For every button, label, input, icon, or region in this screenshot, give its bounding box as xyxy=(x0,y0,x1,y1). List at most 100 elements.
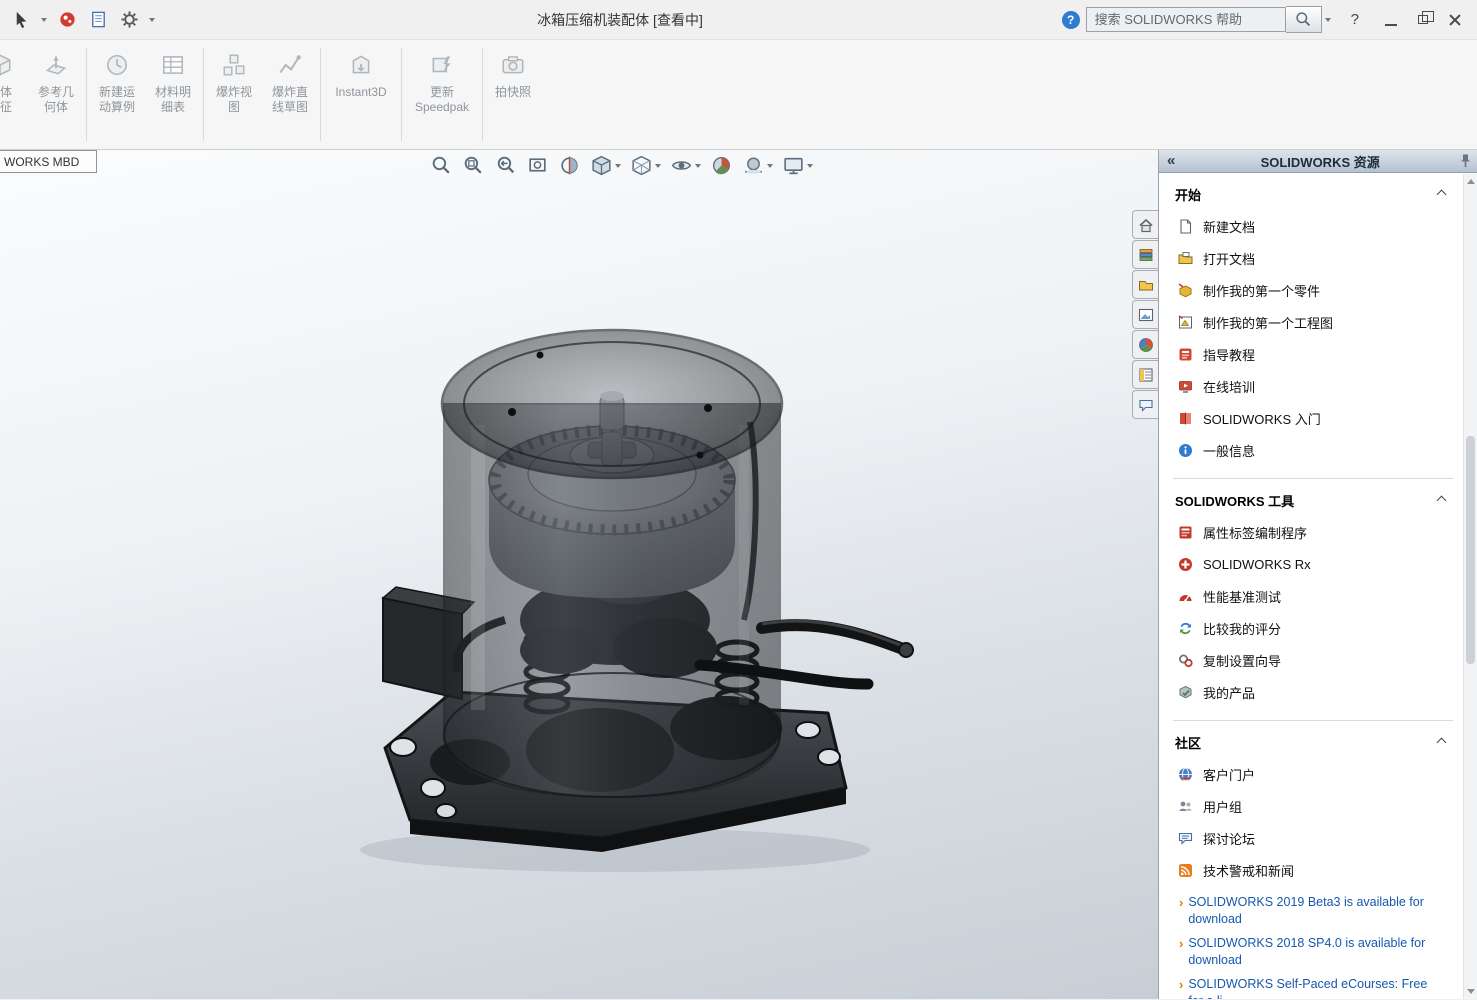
help-menu[interactable]: ? xyxy=(1351,11,1359,28)
item-open-document[interactable]: 打开文档 xyxy=(1173,242,1453,274)
news-item[interactable]: › SOLIDWORKS 2018 SP4.0 is available for… xyxy=(1179,935,1453,969)
item-first-part[interactable]: 制作我的第一个零件 xyxy=(1173,274,1453,306)
ribbon-separator xyxy=(401,48,402,141)
tab-solidworks-resources[interactable] xyxy=(1132,210,1158,239)
reference-geometry-icon xyxy=(43,52,69,78)
view-orientation-dropdown-icon[interactable] xyxy=(615,164,621,168)
collapse-panel-icon[interactable]: « xyxy=(1167,152,1175,169)
scrollbar-thumb[interactable] xyxy=(1466,436,1475,664)
rx-icon xyxy=(1177,556,1194,573)
first-part-icon xyxy=(1177,282,1194,299)
news-link[interactable]: SOLIDWORKS 2018 SP4.0 is available for d… xyxy=(1188,935,1438,969)
settings-dropdown-icon[interactable] xyxy=(149,18,155,22)
tab-solidworks-forum[interactable] xyxy=(1132,390,1158,419)
tab-custom-properties[interactable] xyxy=(1132,360,1158,389)
edit-appearance-icon[interactable] xyxy=(710,154,733,177)
apply-scene-icon[interactable] xyxy=(742,154,773,177)
select-cursor-icon[interactable] xyxy=(10,9,32,31)
item-performance-benchmark[interactable]: 性能基准测试 xyxy=(1173,580,1453,612)
previous-view-icon[interactable] xyxy=(494,154,517,177)
display-style-dropdown-icon[interactable] xyxy=(655,164,661,168)
item-my-products[interactable]: 我的产品 xyxy=(1173,676,1453,708)
close-icon xyxy=(1448,13,1462,27)
pin-icon[interactable] xyxy=(1457,153,1473,169)
hide-show-items-icon[interactable] xyxy=(670,154,701,177)
titlebar: 冰箱压缩机装配体 [查看中] ? ? xyxy=(0,0,1477,40)
search-icon[interactable] xyxy=(1286,6,1322,33)
tab-file-explorer[interactable] xyxy=(1132,270,1158,299)
item-tutorials[interactable]: 指导教程 xyxy=(1173,338,1453,370)
section-start-header[interactable]: 开始 xyxy=(1173,183,1453,210)
apply-scene-dropdown-icon[interactable] xyxy=(767,164,773,168)
scroll-up-icon[interactable] xyxy=(1467,179,1475,184)
ribbon-button-explode-line-sketch[interactable]: 爆炸直 线草图 xyxy=(262,40,318,149)
display-style-icon[interactable] xyxy=(630,154,661,177)
item-general-info[interactable]: 一般信息 xyxy=(1173,434,1453,466)
item-copy-settings-wizard[interactable]: 复制设置向导 xyxy=(1173,644,1453,676)
compressor-3d-model[interactable] xyxy=(0,150,1158,999)
hide-show-dropdown-icon[interactable] xyxy=(695,164,701,168)
item-user-groups[interactable]: 用户组 xyxy=(1173,790,1453,822)
solidworks-mbd-tab[interactable]: WORKS MBD xyxy=(0,150,97,173)
item-online-training[interactable]: 在线培训 xyxy=(1173,370,1453,402)
item-sw-introduction[interactable]: SOLIDWORKS 入门 xyxy=(1173,402,1453,434)
search-input[interactable] xyxy=(1086,7,1286,32)
chevron-up-icon xyxy=(1437,496,1447,506)
assembly-features-icon xyxy=(0,52,13,78)
view-orientation-icon[interactable] xyxy=(590,154,621,177)
tab-appearances[interactable] xyxy=(1132,330,1158,359)
view-settings-icon[interactable] xyxy=(782,154,813,177)
item-new-document[interactable]: 新建文档 xyxy=(1173,210,1453,242)
magnified-selection-icon[interactable] xyxy=(526,154,549,177)
minimize-button[interactable] xyxy=(1375,6,1407,34)
help-icon[interactable]: ? xyxy=(1062,11,1080,29)
news-link[interactable]: SOLIDWORKS 2019 Beta3 is available for d… xyxy=(1188,894,1438,928)
ribbon-button-update-speedpak[interactable]: 更新 Speedpak xyxy=(404,40,480,149)
item-solidworks-rx[interactable]: SOLIDWORKS Rx xyxy=(1173,548,1453,580)
document-icon[interactable] xyxy=(87,9,109,31)
ribbon-button-assembly-features[interactable]: 配体 特征 xyxy=(0,40,28,149)
section-tools-header[interactable]: SOLIDWORKS 工具 xyxy=(1173,489,1453,516)
customer-portal-icon xyxy=(1177,766,1194,783)
news-item[interactable]: › SOLIDWORKS Self-Paced eCourses: Free f… xyxy=(1179,976,1453,999)
item-first-drawing[interactable]: 制作我的第一个工程图 xyxy=(1173,306,1453,338)
news-item[interactable]: › SOLIDWORKS 2019 Beta3 is available for… xyxy=(1179,894,1453,928)
graphics-viewport[interactable]: WORKS MBD xyxy=(0,150,1158,999)
news-bullet-icon: › xyxy=(1179,935,1183,969)
scroll-down-icon[interactable] xyxy=(1467,989,1475,994)
item-customer-portal[interactable]: 客户门户 xyxy=(1173,758,1453,790)
view-settings-dropdown-icon[interactable] xyxy=(807,164,813,168)
settings-gear-icon[interactable] xyxy=(118,9,140,31)
item-discussion-forum[interactable]: 探讨论坛 xyxy=(1173,822,1453,854)
chevron-up-icon xyxy=(1437,738,1447,748)
motion-study-icon xyxy=(104,52,130,78)
restore-button[interactable] xyxy=(1407,6,1439,34)
ribbon-button-new-motion-study[interactable]: 新建运 动算例 xyxy=(89,40,145,149)
zoom-fit-icon[interactable] xyxy=(430,154,453,177)
item-compare-scores[interactable]: 比较我的评分 xyxy=(1173,612,1453,644)
ribbon-button-reference-geometry[interactable]: 参考几 何体 xyxy=(28,40,84,149)
zoom-to-area-icon[interactable] xyxy=(462,154,485,177)
item-property-tab-builder[interactable]: 属性标签编制程序 xyxy=(1173,516,1453,548)
section-start: 开始 新建文档 打开文档 制作我的第一个零件 制作我的第一个工程图 xyxy=(1173,183,1453,466)
news-link[interactable]: SOLIDWORKS Self-Paced eCourses: Free for… xyxy=(1188,976,1438,999)
ribbon-button-take-snapshot[interactable]: 拍快照 xyxy=(485,40,541,149)
chevron-up-icon xyxy=(1437,190,1447,200)
section-view-icon[interactable] xyxy=(558,154,581,177)
search-dropdown-icon[interactable] xyxy=(1325,18,1331,22)
select-dropdown-icon[interactable] xyxy=(41,18,47,22)
property-tab-builder-icon xyxy=(1177,524,1194,541)
ribbon-button-bill-of-materials[interactable]: 材料明 细表 xyxy=(145,40,201,149)
tab-design-library[interactable] xyxy=(1132,240,1158,269)
close-button[interactable] xyxy=(1439,6,1471,34)
taskpane-scrollbar[interactable] xyxy=(1463,174,1477,999)
tutorials-icon xyxy=(1177,346,1194,363)
tab-view-palette[interactable] xyxy=(1132,300,1158,329)
ribbon-button-instant3d[interactable]: Instant3D xyxy=(323,40,399,149)
item-tech-alerts[interactable]: 技术警戒和新闻 xyxy=(1173,854,1453,886)
section-community-header[interactable]: 社区 xyxy=(1173,731,1453,758)
compare-scores-icon xyxy=(1177,620,1194,637)
news-list: › SOLIDWORKS 2019 Beta3 is available for… xyxy=(1173,894,1453,999)
ribbon-button-exploded-view[interactable]: 爆炸视 图 xyxy=(206,40,262,149)
minimize-icon xyxy=(1385,24,1397,26)
